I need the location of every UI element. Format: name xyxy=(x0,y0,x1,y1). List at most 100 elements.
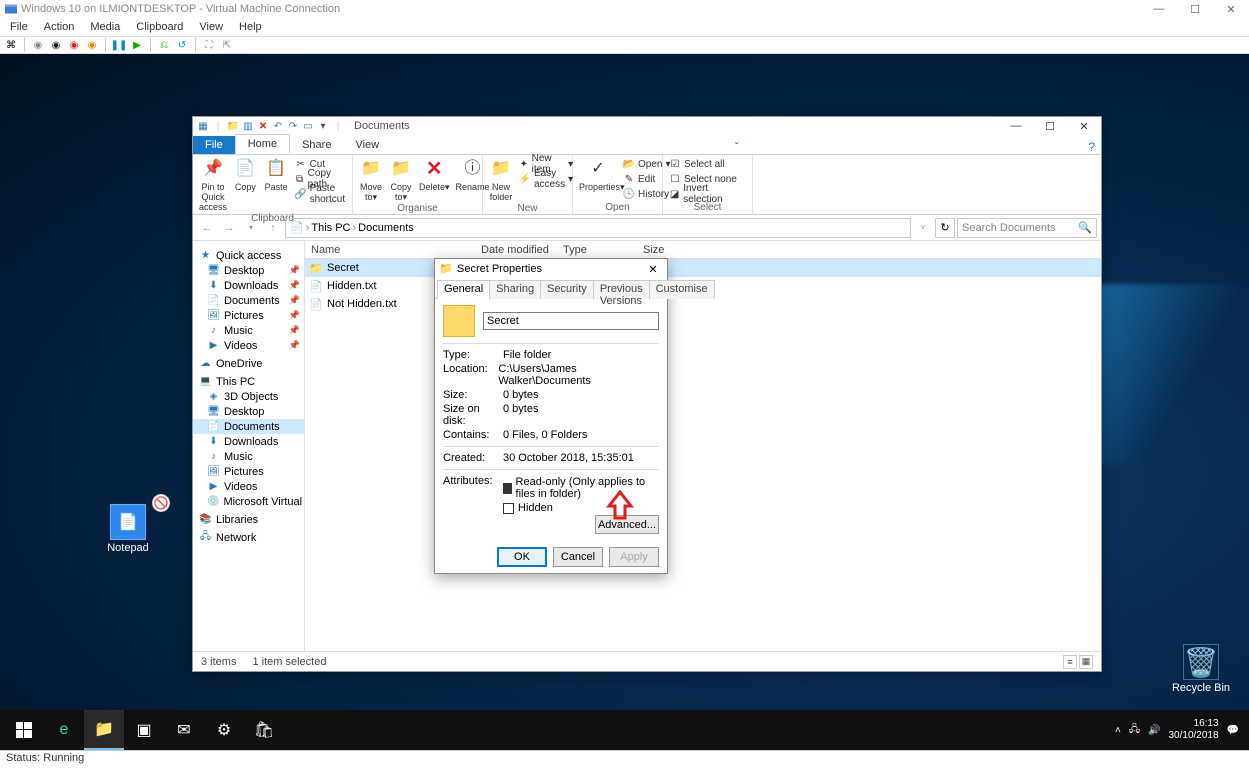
col-date[interactable]: Date modified xyxy=(475,244,557,256)
readonly-checkbox[interactable]: Read-only (Only applies to files in fold… xyxy=(503,475,659,501)
cancel-button[interactable]: Cancel xyxy=(553,547,603,567)
revert-icon[interactable]: ↺ xyxy=(175,38,189,52)
qat-properties-icon[interactable]: ▦ xyxy=(196,119,210,133)
ribbon-collapse-icon[interactable]: ˇ xyxy=(729,140,745,154)
start-icon[interactable]: ◉ xyxy=(31,38,45,52)
ribbon-tab-file[interactable]: File xyxy=(193,136,235,154)
ok-button[interactable]: OK xyxy=(497,547,547,567)
pause-icon[interactable]: ❚❚ xyxy=(112,38,126,52)
enhanced-icon[interactable]: ⛶ xyxy=(202,38,216,52)
hyperv-maximize-button[interactable]: ☐ xyxy=(1177,0,1213,18)
col-type[interactable]: Type xyxy=(557,244,637,256)
paste-shortcut-button[interactable]: 🔗Paste shortcut xyxy=(295,187,346,201)
tab-previous-versions[interactable]: Previous Versions xyxy=(593,280,650,299)
view-details-button[interactable]: ≡ xyxy=(1063,655,1077,669)
nav-quick-access[interactable]: ★Quick access xyxy=(193,248,304,263)
hyperv-menu-clipboard[interactable]: Clipboard xyxy=(130,21,189,33)
taskbar-store[interactable]: 🛍 xyxy=(244,710,284,750)
nav-pc-documents[interactable]: 📄Documents xyxy=(193,419,304,434)
new-folder-button[interactable]: 📁New folder xyxy=(489,157,513,202)
nav-qa-music[interactable]: ♪Music📌 xyxy=(193,323,304,338)
qat-folder-icon[interactable]: 📁 xyxy=(226,119,240,133)
breadcrumb[interactable]: 📄 › This PC › Documents xyxy=(285,218,911,238)
taskbar-mail[interactable]: ✉ xyxy=(164,710,204,750)
properties-button[interactable]: ✓Properties▾ xyxy=(579,157,617,192)
nav-onedrive[interactable]: ☁OneDrive xyxy=(193,356,304,371)
nav-pc-virtualdisk[interactable]: 💿Microsoft Virtual Di xyxy=(193,494,304,509)
folder-name-input[interactable] xyxy=(483,312,659,330)
apply-button[interactable]: Apply xyxy=(609,547,659,567)
copy-to-button[interactable]: 📁Copy to▾ xyxy=(389,157,413,202)
nav-qa-documents[interactable]: 📄Documents📌 xyxy=(193,293,304,308)
taskbar-edge[interactable]: e xyxy=(44,710,84,750)
share-icon[interactable]: ⇱ xyxy=(220,38,234,52)
nav-network[interactable]: 🖧Network xyxy=(193,530,304,545)
tray-volume-icon[interactable]: 🔊 xyxy=(1148,725,1160,736)
hyperv-minimize-button[interactable]: — xyxy=(1141,0,1177,18)
col-name[interactable]: Name xyxy=(305,244,475,256)
nav-recent-button[interactable]: ▾ xyxy=(241,218,261,238)
tab-security[interactable]: Security xyxy=(540,280,594,299)
nav-qa-pictures[interactable]: 🖼Pictures📌 xyxy=(193,308,304,323)
nav-qa-downloads[interactable]: ⬇Downloads📌 xyxy=(193,278,304,293)
explorer-maximize-button[interactable]: ☐ xyxy=(1033,117,1067,135)
nav-pc-videos[interactable]: ▶Videos xyxy=(193,479,304,494)
hyperv-menu-action[interactable]: Action xyxy=(38,21,81,33)
desktop-icon-recycle-bin[interactable]: 🗑️ Recycle Bin xyxy=(1163,644,1239,694)
nav-qa-desktop[interactable]: 🖥Desktop📌 xyxy=(193,263,304,278)
qat-view-icon[interactable]: ▭ xyxy=(301,119,315,133)
hyperv-menu-help[interactable]: Help xyxy=(233,21,268,33)
hyperv-menu-view[interactable]: View xyxy=(193,21,229,33)
nav-qa-videos[interactable]: ▶Videos📌 xyxy=(193,338,304,353)
turnoff-icon[interactable]: ◉ xyxy=(49,38,63,52)
view-thumbnails-button[interactable]: ▦ xyxy=(1079,655,1093,669)
nav-pc-music[interactable]: ♪Music xyxy=(193,449,304,464)
taskbar-terminal[interactable]: ▣ xyxy=(124,710,164,750)
ribbon-tab-share[interactable]: Share xyxy=(290,136,343,154)
nav-pc-3d[interactable]: ◈3D Objects xyxy=(193,389,304,404)
ribbon-tab-view[interactable]: View xyxy=(343,136,391,154)
nav-pc-desktop[interactable]: 🖥Desktop xyxy=(193,404,304,419)
nav-pc-downloads[interactable]: ⬇Downloads xyxy=(193,434,304,449)
col-size[interactable]: Size xyxy=(637,244,697,256)
tab-customise[interactable]: Customise xyxy=(649,280,715,299)
refresh-button[interactable]: ↻ xyxy=(935,218,955,238)
invert-selection-button[interactable]: ◪Invert selection xyxy=(669,187,746,201)
properties-close-button[interactable]: ✕ xyxy=(643,263,663,276)
nav-back-button[interactable]: ← xyxy=(197,218,217,238)
tray-expand-icon[interactable]: ˄ xyxy=(1115,725,1121,736)
taskbar-clock[interactable]: 16:13 30/10/2018 xyxy=(1168,718,1218,742)
save-icon[interactable]: ◉ xyxy=(85,38,99,52)
reset-icon[interactable]: ▶ xyxy=(130,38,144,52)
explorer-close-button[interactable]: ✕ xyxy=(1067,117,1101,135)
taskbar-explorer[interactable]: 📁 xyxy=(84,710,124,750)
tab-general[interactable]: General xyxy=(437,280,490,299)
breadcrumb-item[interactable]: Documents xyxy=(358,222,414,234)
pin-quick-access-button[interactable]: 📌Pin to Quick access xyxy=(199,157,227,212)
breadcrumb-item[interactable]: This PC xyxy=(311,222,350,234)
nav-pc-pictures[interactable]: 🖼Pictures xyxy=(193,464,304,479)
start-button[interactable] xyxy=(4,710,44,750)
nav-this-pc[interactable]: 💻This PC xyxy=(193,374,304,389)
explorer-minimize-button[interactable]: — xyxy=(999,117,1033,135)
search-box[interactable]: Search Documents🔍 xyxy=(957,218,1097,238)
desktop-icon-notepad[interactable]: 📄 🚫 Notepad xyxy=(90,504,166,554)
hyperv-close-button[interactable]: ✕ xyxy=(1213,0,1249,18)
nav-up-button[interactable]: ↑ xyxy=(263,218,283,238)
delete-button[interactable]: ✕Delete▾ xyxy=(419,157,450,192)
taskbar-settings[interactable]: ⚙ xyxy=(204,710,244,750)
breadcrumb-dropdown[interactable]: ˅ xyxy=(913,218,933,238)
hyperv-menu-media[interactable]: Media xyxy=(84,21,126,33)
nav-forward-button[interactable]: → xyxy=(219,218,239,238)
checkpoint-icon[interactable]: ⎌ xyxy=(157,38,171,52)
select-all-button[interactable]: ☑Select all xyxy=(669,157,746,171)
qat-undo-icon[interactable]: ↶ xyxy=(271,119,285,133)
properties-titlebar[interactable]: 📁 Secret Properties ✕ xyxy=(435,259,667,279)
hidden-checkbox[interactable]: Hidden xyxy=(503,501,659,515)
paste-button[interactable]: 📋Paste xyxy=(264,157,289,192)
hyperv-menu-file[interactable]: File xyxy=(4,21,34,33)
easy-access-button[interactable]: ⚡Easy access▾ xyxy=(519,172,573,186)
tray-notifications-icon[interactable]: 💬 xyxy=(1227,725,1239,736)
file-row-secret[interactable]: 📁Secret xyxy=(305,259,1101,277)
tab-sharing[interactable]: Sharing xyxy=(489,280,541,299)
